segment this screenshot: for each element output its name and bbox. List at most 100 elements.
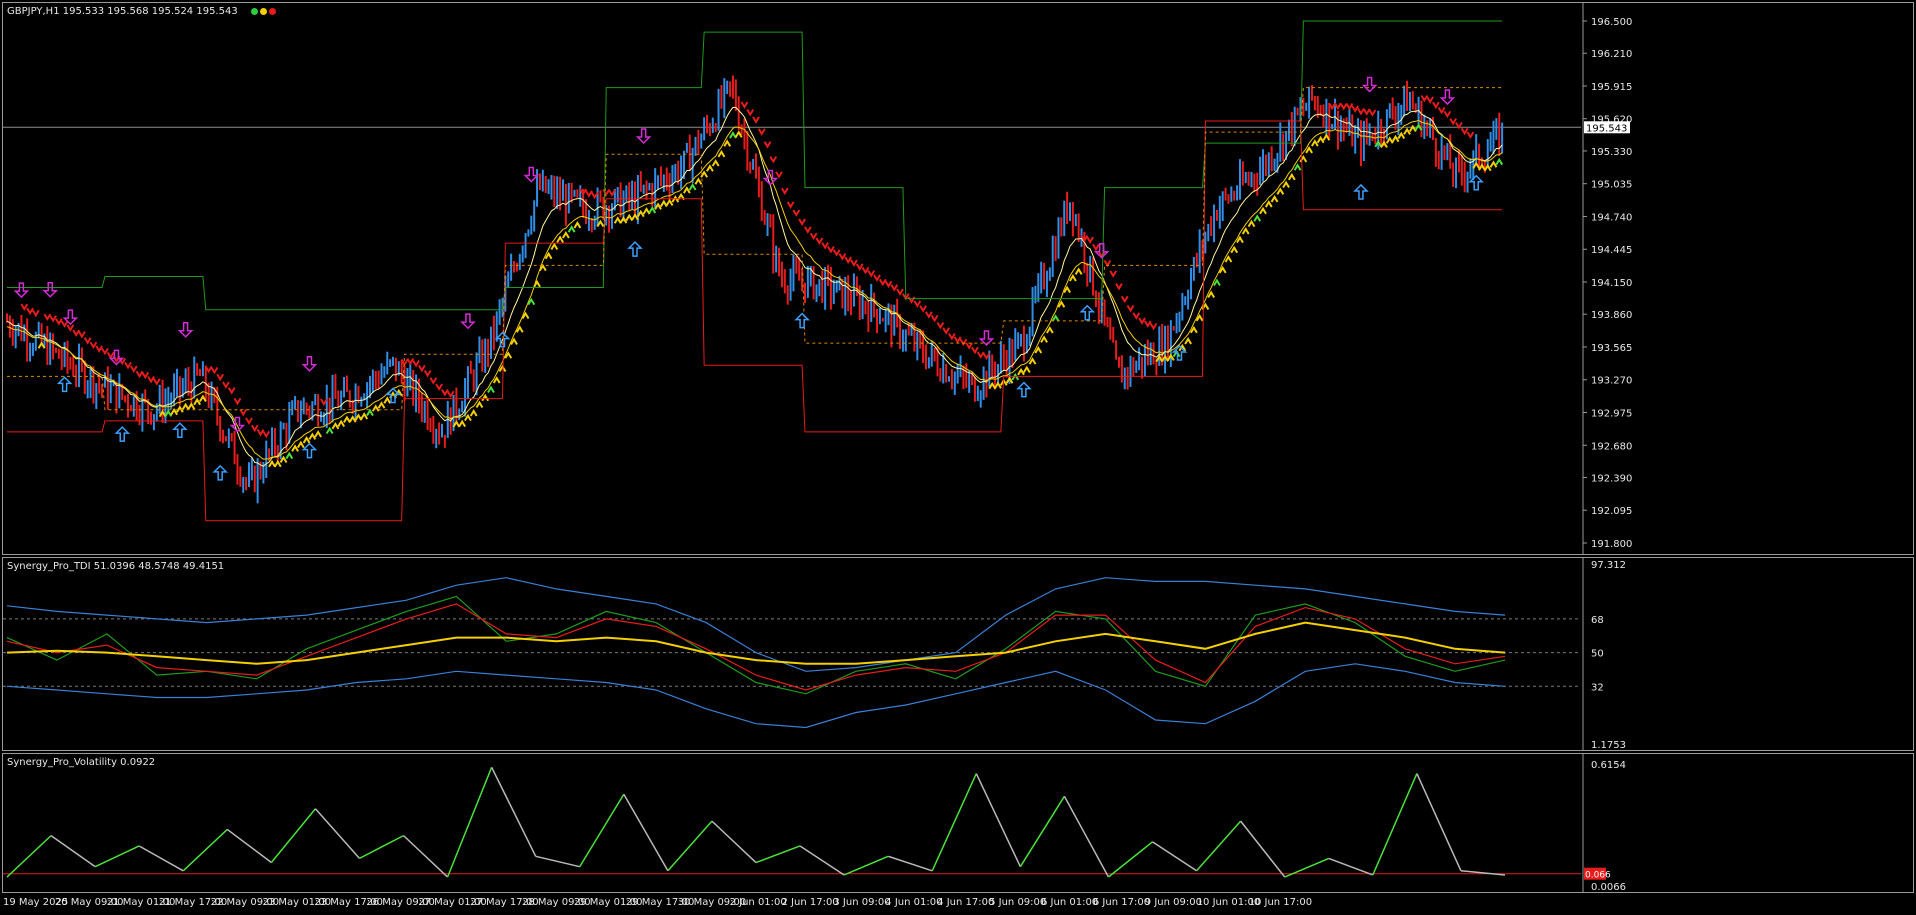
bull-trend-arrow xyxy=(308,432,317,440)
price-chart-pane[interactable]: GBPJPY,H1 195.533 195.568 195.524 195.54… xyxy=(2,2,1914,555)
sell-signal-arrow xyxy=(229,416,246,433)
tdi-market-base xyxy=(6,621,1506,665)
bear-trend-arrow xyxy=(861,266,870,275)
bull-trend-arrow xyxy=(1230,245,1239,254)
volatility-segment xyxy=(1328,857,1374,876)
buy-signal-arrow xyxy=(301,442,318,459)
bull-trend-arrow xyxy=(1045,326,1054,334)
bull-trend-arrow xyxy=(1011,372,1020,381)
bear-trend-arrow xyxy=(752,116,760,124)
bear-trend-arrow xyxy=(1345,102,1354,111)
bear-trend-arrow xyxy=(746,109,755,117)
time-axis-label: 2 Jun 01:00 xyxy=(729,897,787,908)
bear-trend-arrow xyxy=(1126,304,1135,313)
bear-trend-arrow xyxy=(815,237,824,246)
volatility-segment xyxy=(1196,820,1242,872)
tdi-chart-canvas[interactable]: 97.312 68 50 32 1.1753 xyxy=(3,558,1913,750)
bear-trend-arrow xyxy=(1432,101,1440,110)
volatility-chart-canvas[interactable]: 0.066 0.6154 0.0066 xyxy=(3,754,1913,892)
volatility-segment xyxy=(1416,773,1462,872)
bear-trend-arrow xyxy=(227,387,236,395)
buy-signal-arrow xyxy=(172,422,188,438)
volatility-segment xyxy=(50,835,96,868)
price-axis-label: 194.150 xyxy=(1591,278,1632,289)
volatility-indicator-pane[interactable]: Synergy_Pro_Volatility 0.0922 0.066 0.615… xyxy=(2,753,1914,893)
bear-trend-arrow xyxy=(1149,322,1158,331)
bear-trend-arrow xyxy=(919,305,927,313)
bear-trend-arrow xyxy=(873,274,881,282)
bear-trend-arrow xyxy=(953,336,962,344)
bear-trend-arrow xyxy=(31,309,40,318)
bear-trend-arrow xyxy=(1086,236,1095,244)
bear-trend-arrow xyxy=(1115,283,1123,291)
price-axis-label: 194.445 xyxy=(1591,245,1632,256)
bear-trend-arrow xyxy=(867,270,876,278)
bull-trend-arrow xyxy=(573,221,582,229)
bear-trend-arrow xyxy=(129,365,138,373)
volatility-segment xyxy=(931,773,977,872)
tdi-signal-line xyxy=(6,603,1506,691)
volatility-segment xyxy=(711,820,757,864)
bull-trend-arrow xyxy=(492,376,501,384)
bull-trend-arrow xyxy=(273,459,282,468)
volatility-segment xyxy=(138,845,184,872)
volatility-segment xyxy=(94,845,140,868)
current-price-tag-text: 195.543 xyxy=(1586,123,1627,134)
volatility-segment xyxy=(314,808,361,859)
bear-trend-arrow xyxy=(792,209,801,217)
tdi-axis-label: 1.1753 xyxy=(1591,740,1626,750)
buy-signal-arrow xyxy=(56,376,73,393)
bull-trend-arrow xyxy=(562,231,570,239)
price-axis-label: 194.740 xyxy=(1591,212,1632,223)
bear-trend-arrow xyxy=(222,381,230,389)
tdi-indicator-pane[interactable]: Synergy_Pro_TDI 51.0396 48.5748 49.4151 … xyxy=(2,557,1914,751)
bull-trend-arrow xyxy=(314,430,322,438)
bear-trend-arrow xyxy=(239,408,248,417)
bull-trend-arrow xyxy=(1311,139,1319,147)
bear-trend-arrow xyxy=(1455,121,1463,130)
bear-trend-arrow xyxy=(262,430,271,439)
time-axis-label: 9 Jun 09:00 xyxy=(1144,897,1202,908)
price-axis-label: 192.095 xyxy=(1591,506,1632,517)
bear-trend-arrow xyxy=(602,189,611,197)
bear-trend-arrow xyxy=(971,346,979,355)
bear-trend-arrow xyxy=(233,397,242,406)
bull-trend-arrow xyxy=(187,402,196,410)
bull-trend-arrow xyxy=(1074,267,1083,275)
sell-signal-arrow xyxy=(1361,76,1378,93)
volatility-segment xyxy=(182,828,228,872)
bear-trend-arrow xyxy=(83,337,92,345)
price-axis-label: 193.270 xyxy=(1591,376,1632,387)
price-chart-canvas[interactable]: 196.500196.210195.915195.620195.330195.0… xyxy=(3,3,1913,554)
bear-trend-arrow xyxy=(245,417,253,425)
volatility-threshold-tag-text: 0.066 xyxy=(1585,871,1611,881)
bull-trend-arrow xyxy=(1403,127,1411,135)
bear-trend-arrow xyxy=(942,327,950,335)
bull-trend-arrow xyxy=(1489,160,1498,168)
sell-signal-arrow xyxy=(13,282,30,299)
bull-trend-arrow xyxy=(1040,335,1048,343)
volatility-segment xyxy=(359,834,404,860)
bull-trend-arrow xyxy=(1270,195,1279,203)
bull-trend-arrow xyxy=(556,235,564,243)
buy-signal-arrow xyxy=(1468,174,1485,191)
support-step-line xyxy=(7,120,1503,522)
price-axis-label: 195.035 xyxy=(1591,180,1632,191)
price-axis-label: 192.390 xyxy=(1591,473,1632,484)
volatility-segment xyxy=(579,793,625,868)
bull-trend-arrow xyxy=(1253,214,1262,222)
price-axis-label: 196.210 xyxy=(1591,49,1632,60)
sell-signal-arrow xyxy=(1439,89,1456,106)
bull-trend-arrow xyxy=(550,242,559,250)
bear-trend-arrow xyxy=(1362,108,1371,116)
bear-trend-arrow xyxy=(798,218,806,226)
bull-trend-arrow xyxy=(1264,200,1273,208)
bear-trend-arrow xyxy=(948,333,956,341)
bear-trend-arrow xyxy=(66,324,75,332)
bear-trend-arrow xyxy=(585,190,593,198)
price-axis-label: 195.330 xyxy=(1591,147,1632,158)
volatility-segment xyxy=(446,767,493,878)
tdi-axis-label: 32 xyxy=(1591,682,1604,693)
bear-trend-arrow xyxy=(844,256,853,264)
bull-trend-arrow xyxy=(1069,274,1077,282)
